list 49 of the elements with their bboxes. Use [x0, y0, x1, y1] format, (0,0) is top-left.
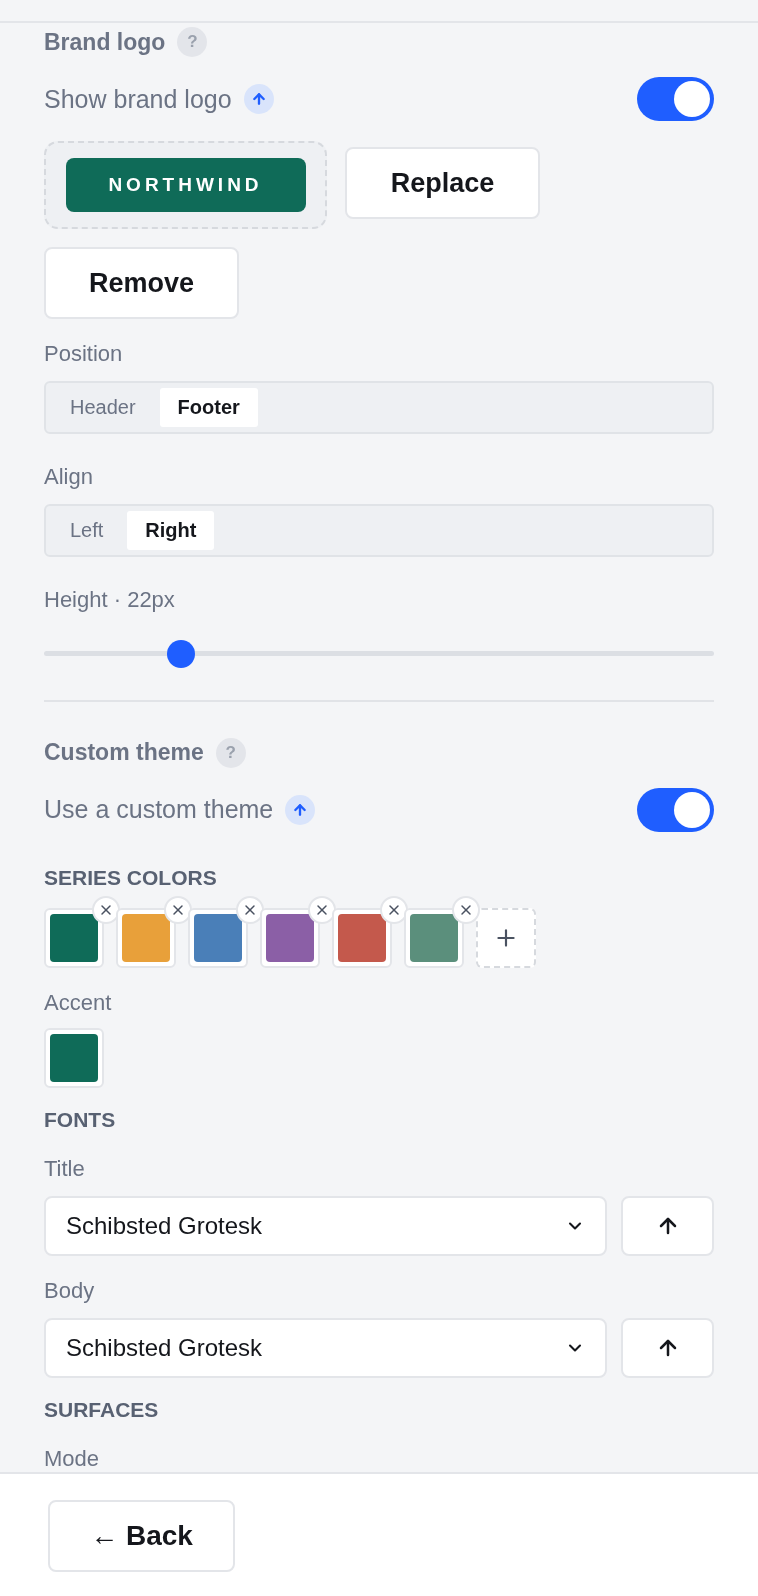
color-swatch[interactable] [44, 908, 104, 968]
logo-button[interactable]: Replace [345, 147, 540, 219]
remove-button[interactable] [164, 896, 192, 924]
field-label: Height · 22px [44, 586, 176, 613]
remove-button[interactable] [236, 896, 264, 924]
arrow-up-icon [285, 795, 316, 825]
close-icon [98, 902, 114, 918]
field-label: Mode [44, 1446, 101, 1472]
font-select[interactable]: Schibsted Grotesk [44, 1196, 607, 1256]
field-label: Body [44, 1278, 96, 1304]
segment-option[interactable]: Footer [159, 388, 258, 427]
segment-option[interactable]: Left [52, 510, 122, 550]
field-label: Align [44, 463, 94, 490]
field-label: Accent [44, 990, 113, 1016]
close-icon [170, 902, 186, 918]
segment-option[interactable]: Header [52, 388, 154, 427]
toggle-switch[interactable] [637, 788, 714, 832]
brand-logo: NORTHWIND [65, 158, 306, 212]
logo-button[interactable]: Remove [44, 247, 239, 319]
field-label: Title [44, 1156, 86, 1182]
field-label: Position [44, 341, 124, 367]
color-swatch[interactable] [404, 908, 464, 968]
section-title: Custom theme [44, 739, 204, 767]
close-icon [242, 902, 258, 918]
section-title: Brand logo [44, 28, 166, 56]
close-icon [386, 902, 402, 918]
slider-thumb[interactable] [166, 639, 195, 668]
color-swatch[interactable] [260, 908, 320, 968]
group-heading: SURFACES [44, 1398, 160, 1422]
close-icon [314, 902, 330, 918]
color-swatch[interactable] [44, 1028, 104, 1088]
segment-option[interactable]: Right [127, 510, 215, 550]
color-swatch[interactable] [188, 908, 248, 968]
toggle-switch[interactable] [637, 77, 714, 121]
color-swatch[interactable] [332, 908, 392, 968]
group-heading: SERIES COLORS [44, 866, 218, 890]
toggle-label: Show brand logo [44, 84, 232, 114]
add-color-button[interactable] [476, 908, 536, 968]
arrow-up-icon [243, 84, 274, 114]
group-heading: FONTS [44, 1108, 117, 1132]
remove-button[interactable] [452, 896, 480, 924]
remove-button[interactable] [308, 896, 336, 924]
back-button[interactable]: ← Back [48, 1500, 235, 1572]
color-swatch[interactable] [116, 908, 176, 968]
close-icon [458, 902, 474, 918]
font-select[interactable]: Schibsted Grotesk [44, 1318, 607, 1378]
toggle-label: Use a custom theme [44, 795, 274, 825]
remove-button[interactable] [92, 896, 120, 924]
remove-button[interactable] [380, 896, 408, 924]
